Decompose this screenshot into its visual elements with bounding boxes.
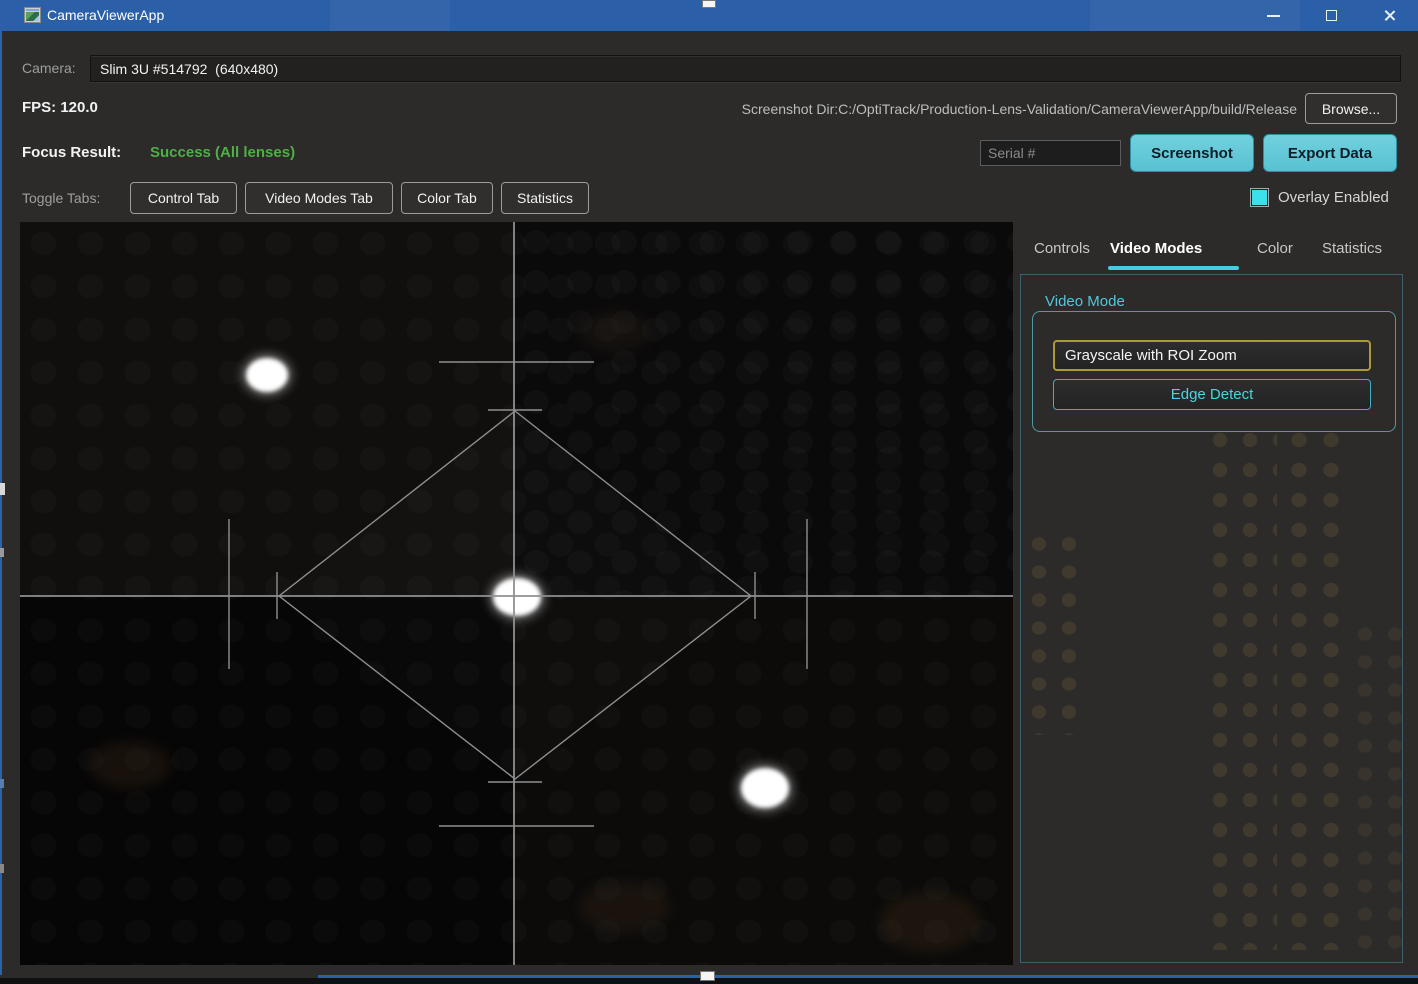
app-icon bbox=[24, 7, 41, 23]
minimize-icon bbox=[1267, 15, 1280, 17]
screen-edge-artifact bbox=[0, 31, 2, 975]
screenshot-dir: Screenshot Dir:C:/OptiTrack/Production-L… bbox=[742, 101, 1297, 117]
screen-edge-artifact bbox=[0, 548, 4, 557]
camera-viewport[interactable] bbox=[20, 222, 1013, 965]
screen-edge-artifact bbox=[0, 483, 5, 495]
app-window: CameraViewerApp Camera: Slim 3U #514792 … bbox=[0, 0, 1418, 978]
fps-readout: FPS: 120.0 bbox=[22, 99, 98, 116]
focus-result-value: Success (All lenses) bbox=[150, 144, 295, 161]
screen-edge-artifact bbox=[0, 779, 4, 788]
camera-select-value: Slim 3U #514792 (640x480) bbox=[100, 61, 278, 77]
browse-button[interactable]: Browse... bbox=[1305, 93, 1397, 124]
video-mode-group-title: Video Mode bbox=[1045, 293, 1125, 310]
camera-select[interactable]: Slim 3U #514792 (640x480) bbox=[90, 55, 1401, 82]
camera-label: Camera: bbox=[22, 60, 76, 76]
close-icon bbox=[1383, 9, 1396, 22]
panel-tab-video-modes[interactable]: Video Modes bbox=[1110, 240, 1202, 257]
screenshot-button[interactable]: Screenshot bbox=[1130, 134, 1254, 172]
panel-tab-controls[interactable]: Controls bbox=[1034, 240, 1090, 257]
window-controls bbox=[1244, 0, 1418, 31]
panel-noise bbox=[1350, 620, 1408, 950]
toggle-tabs-label: Toggle Tabs: bbox=[22, 190, 100, 206]
panel-tab-statistics[interactable]: Statistics bbox=[1322, 240, 1382, 257]
export-data-button[interactable]: Export Data bbox=[1263, 134, 1397, 172]
checkbox-check-icon bbox=[1252, 190, 1267, 205]
grayscale-roi-zoom-button[interactable]: Grayscale with ROI Zoom bbox=[1053, 340, 1371, 371]
panel-noise bbox=[1205, 425, 1277, 950]
panel-noise bbox=[1024, 530, 1090, 735]
screen-edge-artifact bbox=[702, 0, 716, 8]
screen-edge-artifact bbox=[700, 971, 715, 981]
crosshair-overlay bbox=[20, 222, 1013, 965]
window-title: CameraViewerApp bbox=[47, 7, 164, 23]
screenshot-dir-path: C:/OptiTrack/Production-Lens-Validation/… bbox=[838, 101, 1297, 117]
screenshot-dir-label: Screenshot Dir: bbox=[742, 101, 838, 117]
screen-edge-artifact bbox=[0, 864, 4, 873]
titlebar-highlight bbox=[330, 0, 450, 31]
maximize-icon bbox=[1326, 10, 1337, 21]
edge-detect-button[interactable]: Edge Detect bbox=[1053, 379, 1371, 410]
focus-result-label: Focus Result: bbox=[22, 144, 121, 161]
overlay-enabled-label: Overlay Enabled bbox=[1278, 189, 1389, 206]
toggle-video-modes-tab-button[interactable]: Video Modes Tab bbox=[245, 182, 393, 214]
minimize-button[interactable] bbox=[1244, 0, 1302, 31]
active-tab-indicator bbox=[1108, 266, 1239, 270]
screen: CameraViewerApp Camera: Slim 3U #514792 … bbox=[0, 0, 1418, 984]
maximize-button[interactable] bbox=[1302, 0, 1360, 31]
toggle-color-tab-button[interactable]: Color Tab bbox=[401, 182, 493, 214]
video-mode-groupbox bbox=[1032, 311, 1396, 432]
panel-noise bbox=[1283, 425, 1351, 950]
serial-input[interactable] bbox=[980, 140, 1121, 166]
close-button[interactable] bbox=[1360, 0, 1418, 31]
toggle-control-tab-button[interactable]: Control Tab bbox=[130, 182, 237, 214]
panel-tab-color[interactable]: Color bbox=[1257, 240, 1293, 257]
overlay-enabled-checkbox[interactable] bbox=[1250, 188, 1269, 207]
toggle-statistics-button[interactable]: Statistics bbox=[501, 182, 589, 214]
